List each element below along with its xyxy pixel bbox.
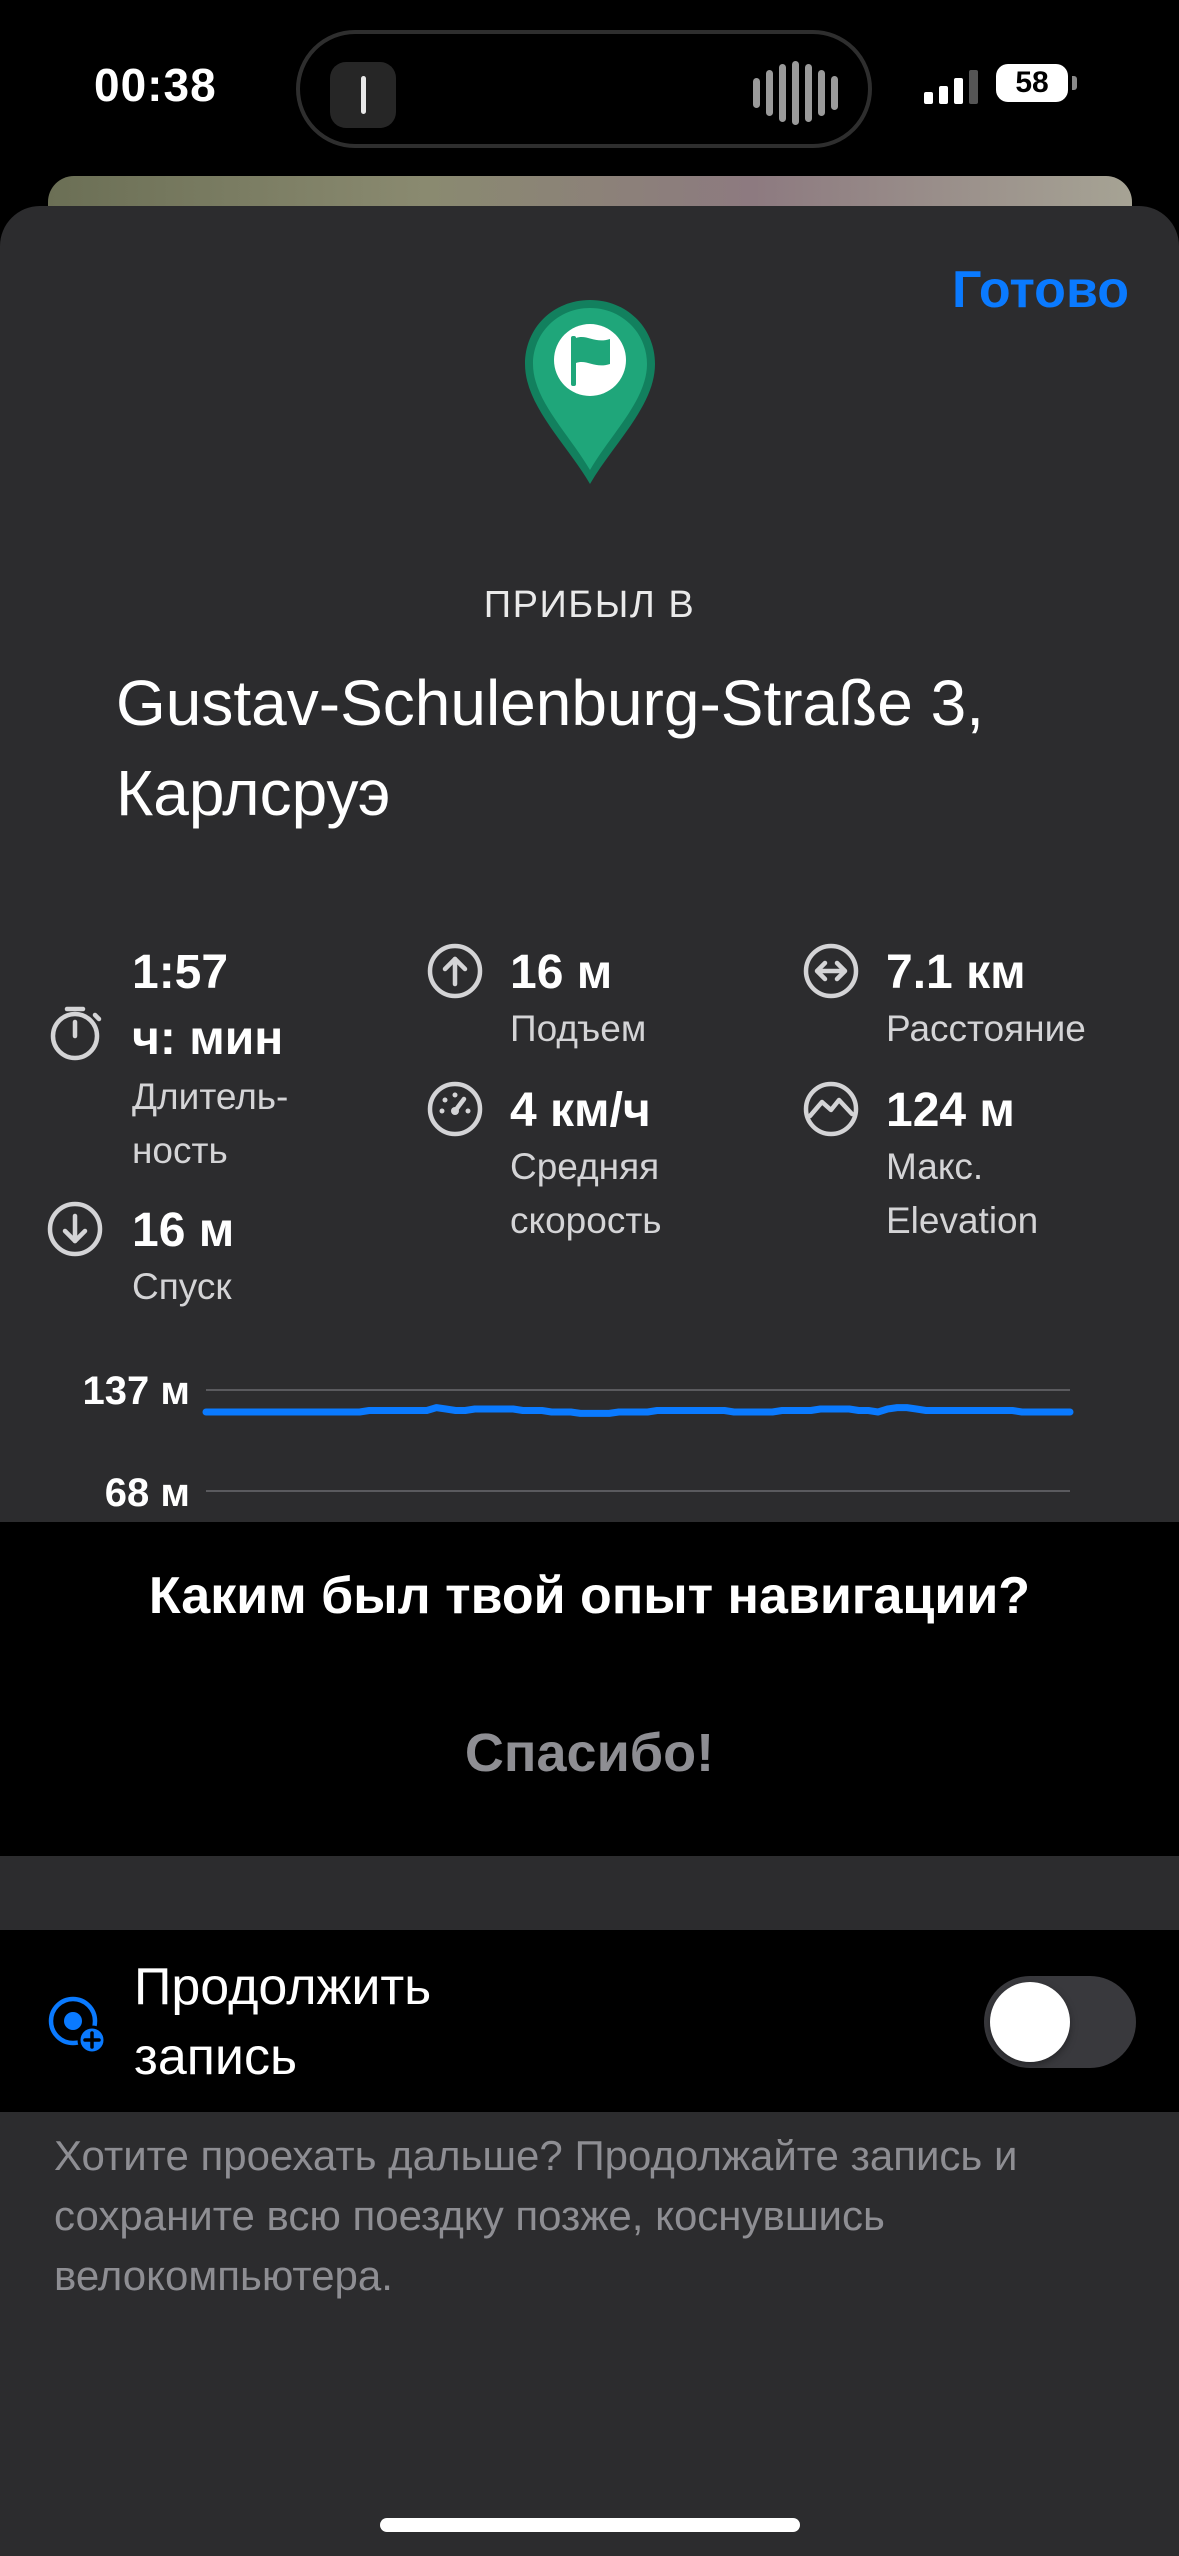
arrow-up-circle-icon bbox=[427, 943, 483, 999]
arrows-horizontal-circle-icon bbox=[803, 943, 859, 999]
screen: 00:38 58 Готово ПРИБЫЛ В Gustav-Schulenb… bbox=[0, 0, 1179, 2556]
continue-recording-toggle[interactable] bbox=[984, 1976, 1136, 2068]
home-indicator[interactable] bbox=[380, 2518, 800, 2532]
finish-flag-pin-icon bbox=[525, 300, 655, 484]
feedback-thanks: Спасибо! bbox=[464, 1723, 715, 1783]
duration-unit: ч: мин bbox=[132, 1012, 284, 1065]
descent-value: 16 м bbox=[132, 1204, 235, 1257]
distance-label: Расстояние bbox=[886, 1008, 1086, 1049]
ascent-label: Подъем bbox=[510, 1008, 647, 1049]
cellular-signal-icon bbox=[924, 68, 978, 104]
max-elevation-label-cont: Elevation bbox=[886, 1200, 1039, 1241]
ascent-value: 16 м bbox=[510, 946, 613, 999]
max-elevation-value: 124 м bbox=[886, 1084, 1015, 1137]
duration-value: 1:57 bbox=[132, 946, 229, 999]
avg-speed-label: Средняя bbox=[510, 1146, 660, 1187]
battery-icon: 58 bbox=[996, 64, 1077, 102]
stopwatch-icon bbox=[50, 1006, 102, 1061]
arrived-label: ПРИБЫЛ В bbox=[483, 584, 696, 626]
bike-computer-icon bbox=[330, 62, 396, 128]
status-time: 00:38 bbox=[94, 59, 217, 111]
max-elevation-label: Макс. bbox=[886, 1146, 984, 1187]
done-button[interactable]: Готово bbox=[952, 260, 1129, 320]
continue-recording-hint: Хотите проехать дальше? Продолжайте запи… bbox=[54, 2132, 1018, 2299]
y-tick-label-bottom: 68 м bbox=[105, 1471, 190, 1515]
distance-value: 7.1 км bbox=[886, 946, 1026, 999]
elevation-chart: 137 м 68 м bbox=[83, 1369, 1074, 1515]
mountain-circle-icon bbox=[803, 1081, 859, 1137]
continue-recording-label-line1: Продолжить bbox=[134, 1958, 432, 2016]
audio-wave-icon bbox=[753, 60, 838, 126]
elevation-series-line bbox=[202, 1404, 1074, 1417]
dynamic-island[interactable] bbox=[296, 30, 872, 148]
feedback-section: Каким был твой опыт навигации? Спасибо! bbox=[0, 1522, 1179, 1856]
speedometer-icon bbox=[427, 1081, 483, 1137]
continue-recording-label-line2: запись bbox=[134, 2028, 298, 2086]
avg-speed-label-cont: скорость bbox=[510, 1200, 662, 1241]
avg-speed-value: 4 км/ч bbox=[510, 1084, 651, 1137]
duration-label-cont: ность bbox=[132, 1130, 228, 1171]
duration-label: Длитель- bbox=[132, 1076, 289, 1117]
feedback-question: Каким был твой опыт навигации? bbox=[148, 1567, 1031, 1625]
descent-label: Спуск bbox=[132, 1266, 232, 1307]
continue-recording-label: Продолжить запись bbox=[134, 1952, 594, 2092]
record-plus-icon bbox=[48, 1996, 107, 2055]
destination-address: Gustav-Schulenburg-Straße 3, Карлсруэ bbox=[116, 667, 984, 829]
continue-recording-row: Продолжить запись bbox=[0, 1930, 1179, 2112]
toggle-knob bbox=[990, 1982, 1070, 2062]
arrow-down-circle-icon bbox=[47, 1201, 103, 1257]
y-tick-label-top: 137 м bbox=[83, 1369, 190, 1413]
